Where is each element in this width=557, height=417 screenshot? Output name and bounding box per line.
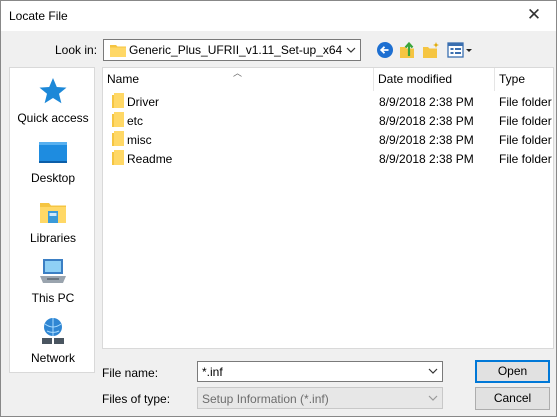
libraries-icon <box>40 203 66 223</box>
close-button[interactable]: ✕ <box>512 1 556 31</box>
network-icon <box>42 318 64 344</box>
place-label: Network <box>30 351 75 365</box>
back-arrow-icon[interactable] <box>376 41 394 59</box>
chevron-down-icon <box>428 395 438 401</box>
files-of-type-dropdown[interactable]: Setup Information (*.inf) <box>197 387 443 409</box>
cancel-button[interactable]: Cancel <box>475 387 550 410</box>
folder-icon <box>112 150 124 165</box>
new-folder-icon[interactable] <box>422 41 440 59</box>
folder-icon <box>110 45 126 57</box>
place-desktop[interactable]: Desktop <box>10 132 96 190</box>
desktop-icon <box>39 142 67 163</box>
file-date: 8/9/2018 2:38 PM <box>379 114 474 128</box>
file-name: etc <box>127 114 144 128</box>
files-of-type-label: Files of type: <box>102 392 171 406</box>
up-folder-icon[interactable] <box>399 41 417 59</box>
column-header-type[interactable]: Type <box>495 68 553 91</box>
file-row[interactable]: etc 8/9/2018 2:38 PM File folder <box>103 111 553 130</box>
place-label: Quick access <box>17 111 89 125</box>
open-button[interactable]: Open <box>475 360 550 383</box>
file-name-input[interactable]: *.inf <box>197 361 443 382</box>
file-name: Readme <box>127 152 173 166</box>
file-name-label: File name: <box>102 366 159 380</box>
chevron-down-icon[interactable] <box>428 366 438 376</box>
folder-icon <box>112 131 124 146</box>
look-in-label: Look in: <box>55 43 98 57</box>
look-in-dropdown[interactable]: Generic_Plus_UFRII_v1.11_Set-up_x64 <box>103 39 361 61</box>
file-list[interactable]: ︿ Name Date modified Type Driver 8/9/201… <box>102 67 554 349</box>
dialog-title: Locate File <box>9 9 68 23</box>
place-network[interactable]: Network <box>10 312 96 370</box>
file-date: 8/9/2018 2:38 PM <box>379 152 474 166</box>
file-row[interactable]: Readme 8/9/2018 2:38 PM File folder <box>103 149 553 168</box>
file-name-value: *.inf <box>202 365 223 379</box>
place-label: Desktop <box>30 171 76 185</box>
place-label: Libraries <box>29 231 77 245</box>
file-date: 8/9/2018 2:38 PM <box>379 133 474 147</box>
file-date: 8/9/2018 2:38 PM <box>379 95 474 109</box>
file-type: File folder <box>499 114 552 128</box>
folder-icon <box>112 112 124 127</box>
file-type: File folder <box>499 152 552 166</box>
star-icon <box>39 78 67 104</box>
look-in-value: Generic_Plus_UFRII_v1.11_Set-up_x64 <box>129 43 343 57</box>
title-bar: Locate File ✕ <box>1 1 556 31</box>
locate-file-dialog: Locate File ✕ Look in: Generic_Plus_UFRI… <box>0 0 557 417</box>
file-type: File folder <box>499 95 552 109</box>
place-libraries[interactable]: Libraries <box>10 192 96 250</box>
place-label: This PC <box>31 291 75 305</box>
column-header-name[interactable]: Name <box>103 68 374 91</box>
view-menu-icon[interactable] <box>447 41 473 59</box>
file-name: Driver <box>127 95 159 109</box>
file-name: misc <box>127 133 152 147</box>
computer-icon <box>40 259 66 283</box>
folder-icon <box>112 93 124 108</box>
column-header-date-modified[interactable]: Date modified <box>374 68 495 91</box>
files-of-type-value: Setup Information (*.inf) <box>202 392 329 406</box>
places-bar: Quick access Desktop Libraries This PC N… <box>9 67 95 373</box>
file-row[interactable]: Driver 8/9/2018 2:38 PM File folder <box>103 92 553 111</box>
place-quick-access[interactable]: Quick access <box>10 72 96 130</box>
file-row[interactable]: misc 8/9/2018 2:38 PM File folder <box>103 130 553 149</box>
file-type: File folder <box>499 133 552 147</box>
chevron-down-icon <box>346 47 356 53</box>
place-this-pc[interactable]: This PC <box>10 252 96 310</box>
